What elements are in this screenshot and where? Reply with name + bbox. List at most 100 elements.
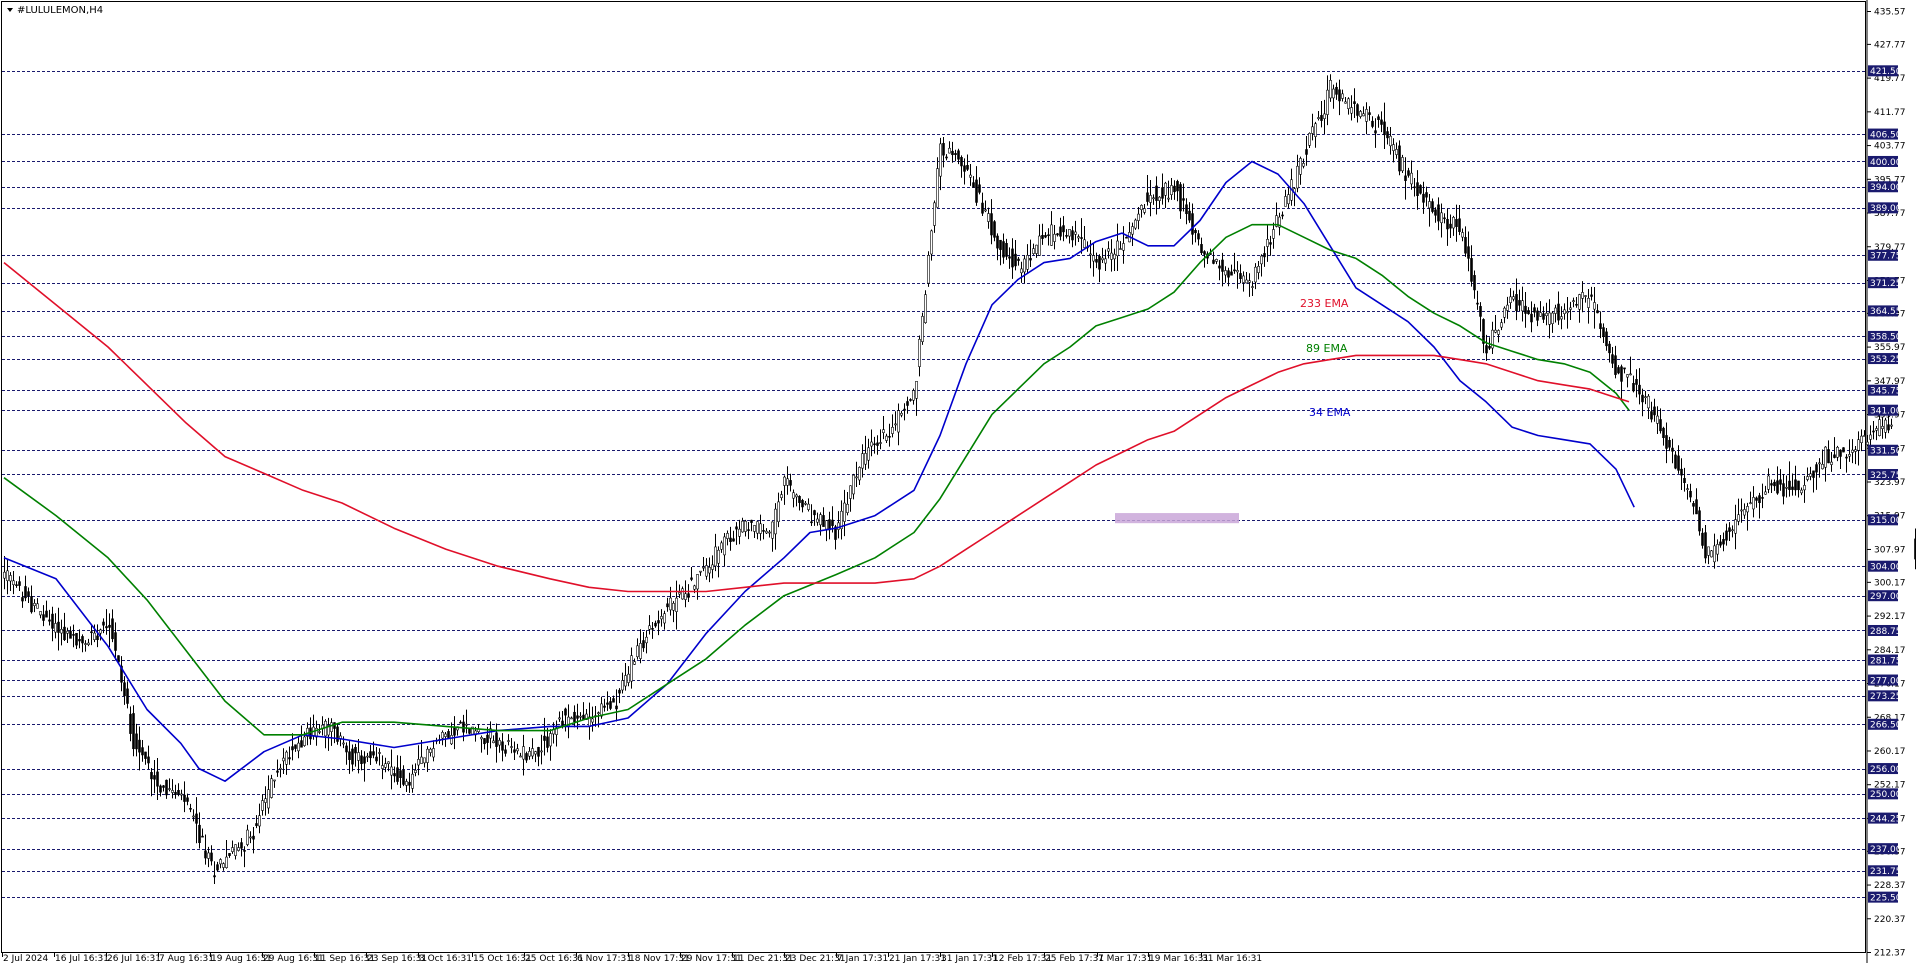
candle-body — [228, 853, 231, 856]
candle-body — [96, 635, 99, 641]
candle-body — [1887, 424, 1890, 431]
chart-title[interactable]: #LULULEMON,H4 — [7, 5, 103, 16]
candle-body — [1437, 204, 1440, 222]
candle-body — [282, 757, 285, 762]
candle-body — [138, 739, 141, 753]
candle-body — [78, 639, 81, 642]
candle-body — [300, 740, 303, 748]
candle-body — [1161, 187, 1164, 199]
candle-body — [1335, 86, 1338, 95]
candle-body — [1779, 479, 1782, 485]
candle-body — [1347, 98, 1350, 109]
candle-body — [558, 717, 561, 720]
candle-body — [150, 772, 153, 780]
candle-body — [1755, 497, 1758, 501]
price-chart[interactable]: 435.57427.77419.77411.77403.77395.77387.… — [0, 0, 1916, 963]
candle-body — [501, 741, 504, 751]
candle-body — [279, 767, 282, 770]
candle-body — [696, 574, 699, 590]
candle-body — [624, 675, 627, 687]
candle-body — [1818, 462, 1821, 465]
candle-body — [273, 779, 276, 782]
candle-body — [909, 399, 912, 401]
candle-body — [1056, 233, 1059, 236]
level-label: 394.00 — [1870, 183, 1902, 193]
candle-body — [156, 771, 159, 787]
y-tick-label: 403.77 — [1874, 142, 1906, 152]
candle-body — [663, 613, 666, 624]
candle-body — [1770, 483, 1773, 486]
candle-body — [525, 753, 528, 761]
candle-body — [630, 655, 633, 682]
candle-body — [1557, 303, 1560, 321]
candle-body — [633, 661, 636, 665]
candle-body — [3, 571, 6, 579]
x-tick-label: 7 Aug 16:31 — [159, 954, 214, 963]
candle-body — [891, 426, 894, 434]
candle-body — [861, 453, 864, 469]
candle-body — [1026, 255, 1029, 270]
candle-body — [1566, 311, 1569, 314]
candle-body — [453, 726, 456, 736]
level-label: 325.75 — [1870, 471, 1902, 481]
candle-body — [498, 740, 501, 746]
candle-body — [1752, 497, 1755, 510]
candle-body — [744, 520, 747, 532]
candle-body — [942, 143, 945, 156]
candle-body — [114, 632, 117, 651]
candle-body — [1578, 294, 1581, 310]
candle-body — [576, 715, 579, 719]
candle-body — [1203, 251, 1206, 255]
candle-body — [540, 750, 543, 753]
candle-body — [39, 611, 42, 616]
candle-body — [546, 736, 549, 748]
candle-body — [1158, 196, 1161, 201]
candle-body — [1107, 248, 1110, 252]
candle-body — [1488, 345, 1491, 349]
candle-body — [597, 712, 600, 715]
candle-body — [318, 731, 321, 733]
support-zone — [1115, 513, 1239, 524]
candle-body — [606, 702, 609, 705]
candle-body — [780, 494, 783, 498]
candle-body — [168, 788, 171, 790]
candle-body — [708, 567, 711, 574]
candle-body — [768, 531, 771, 534]
candle-body — [1518, 300, 1521, 306]
candle-body — [225, 856, 228, 868]
candle-body — [1572, 300, 1575, 302]
candle-body — [654, 622, 657, 627]
candle-body — [1590, 294, 1593, 297]
candle-body — [216, 864, 219, 871]
candle-body — [714, 546, 717, 567]
candle-body — [258, 815, 261, 827]
candle-body — [1722, 539, 1725, 545]
candle-body — [783, 476, 786, 486]
candle-body — [384, 763, 387, 768]
candle-body — [1038, 235, 1041, 256]
candle-body — [1071, 230, 1074, 241]
level-label: 288.75 — [1870, 627, 1902, 637]
candle-body — [939, 143, 942, 177]
candle-body — [291, 746, 294, 751]
candle-body — [1425, 192, 1428, 198]
candle-body — [1704, 532, 1707, 559]
candle-body — [660, 616, 663, 620]
candle-body — [1725, 530, 1728, 541]
candle-body — [1548, 312, 1551, 325]
candle-body — [651, 628, 654, 630]
candle-body — [48, 619, 51, 622]
candle-body — [159, 785, 162, 793]
candle-body — [174, 791, 177, 795]
candle-body — [1509, 296, 1512, 303]
candle-body — [570, 717, 573, 720]
candle-body — [1806, 476, 1809, 480]
candle-body — [1023, 258, 1026, 273]
candle-body — [378, 752, 381, 754]
candle-body — [720, 542, 723, 550]
candle-body — [60, 629, 63, 634]
candle-body — [1314, 123, 1317, 137]
candle-body — [1530, 313, 1533, 323]
candle-body — [1005, 243, 1008, 257]
candle-body — [354, 747, 357, 754]
